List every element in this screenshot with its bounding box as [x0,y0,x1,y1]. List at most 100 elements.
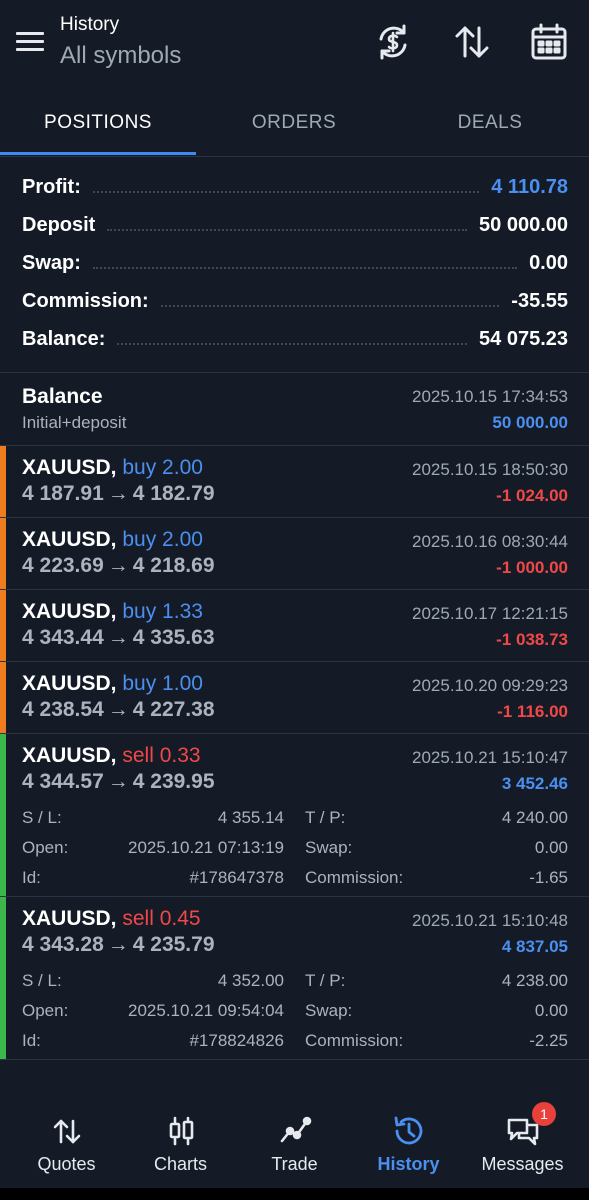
position-symbol-line: XAUUSD, buy 2.00 [22,456,203,480]
balance-entry-amount: 50 000.00 [492,413,568,432]
position-profit: -1 116.00 [497,702,568,721]
nav-history-label: History [377,1154,440,1174]
position-profit: -1 024.00 [496,486,568,505]
open-time-value: 2025.10.21 07:13:19 [128,838,284,857]
history-clock-icon [394,1116,423,1145]
position-symbol: XAUUSD, [22,907,117,930]
sell-indicator-bar [0,734,6,896]
position-datetime: 2025.10.21 15:10:48 [412,911,568,930]
position-row-expanded[interactable]: XAUUSD, sell 0.33 4 344.57 → 4 239.95 2025… [0,734,589,896]
position-symbol: XAUUSD, [22,600,117,623]
arrow-right-icon: → [107,482,129,505]
deposit-label: Deposit [22,213,96,236]
dotted-leader [92,267,518,269]
profit-label: Profit: [22,175,81,198]
position-symbol-line: XAUUSD, sell 0.45 [22,907,201,931]
sort-icon[interactable] [452,22,492,62]
position-prices: 4 343.44 → 4 335.63 [22,626,215,650]
swap-label: Swap: [22,251,81,274]
system-nav-bar [0,1188,589,1200]
sl-label: S / L: [22,808,62,827]
position-row[interactable]: XAUUSD, buy 2.00 4 187.91 → 4 182.79 2025.… [0,446,589,517]
balance-entry[interactable]: Balance Initial+deposit 2025.10.15 17:34… [0,373,589,445]
position-symbol: XAUUSD, [22,456,117,479]
close-price: 4 182.79 [132,482,215,505]
currency-refresh-icon[interactable] [373,22,413,62]
tp-value: 4 238.00 [501,971,568,990]
nav-charts[interactable]: Charts [122,1100,239,1188]
nav-trade-label: Trade [271,1154,318,1174]
sl-label: S / L: [22,971,62,990]
id-label: Id: [22,868,41,887]
position-datetime: 2025.10.15 18:50:30 [412,460,568,479]
nav-trade[interactable]: Trade [236,1100,353,1188]
arrow-right-icon: → [107,770,129,793]
position-datetime: 2025.10.16 08:30:44 [412,532,568,551]
position-row[interactable]: XAUUSD, buy 1.33 4 343.44 → 4 335.63 2025.… [0,590,589,661]
position-prices: 4 343.28 → 4 235.79 [22,933,215,957]
dotted-leader [160,305,500,307]
position-row[interactable]: XAUUSD, buy 1.00 4 238.54 → 4 227.38 2025.… [0,662,589,733]
swap-value: 0.00 [534,838,568,857]
summary-balance-row: Balance: 54 075.23 [22,320,568,358]
position-symbol: XAUUSD, [22,744,117,767]
open-price: 4 187.91 [22,482,104,505]
commission-value: -35.55 [511,289,568,312]
position-prices: 4 238.54 → 4 227.38 [22,698,215,722]
position-prices: 4 187.91 → 4 182.79 [22,482,215,506]
tab-deals[interactable]: DEALS [392,90,588,156]
position-type: sell 0.45 [122,907,201,930]
position-symbol: XAUUSD, [22,528,117,551]
position-profit: -1 038.73 [496,630,568,649]
tab-orders[interactable]: ORDERS [196,90,392,156]
nav-quotes-label: Quotes [37,1154,96,1174]
position-datetime: 2025.10.21 15:10:47 [412,748,568,767]
sl-value: 4 352.00 [217,971,284,990]
swap-label: Swap: [305,838,353,857]
commission-value: -1.65 [529,868,568,887]
position-profit: -1 000.00 [496,558,568,577]
close-price: 4 239.95 [132,770,215,793]
summary-profit-row: Profit: 4 110.78 [22,168,568,206]
calendar-icon[interactable] [529,22,569,62]
close-price: 4 235.79 [132,933,215,956]
id-value: #178824826 [189,1031,284,1050]
bottom-navigation: Quotes Charts Trade History 1 Messages [0,1100,589,1188]
swap-label: Swap: [305,1001,353,1020]
position-row[interactable]: XAUUSD, buy 2.00 4 223.69 → 4 218.69 2025.… [0,518,589,589]
arrow-right-icon: → [107,554,129,577]
nav-messages[interactable]: 1 Messages [464,1100,581,1188]
menu-icon[interactable] [14,28,46,56]
summary-commission-row: Commission: -35.55 [22,282,568,320]
position-symbol: XAUUSD, [22,672,117,695]
nav-charts-label: Charts [153,1154,207,1174]
position-datetime: 2025.10.20 09:29:23 [412,676,568,695]
position-symbol-line: XAUUSD, buy 2.00 [22,528,203,552]
swap-value: 0.00 [534,1001,568,1020]
sl-value: 4 355.14 [217,808,284,827]
nav-quotes[interactable]: Quotes [8,1100,125,1188]
position-symbol-line: XAUUSD, buy 1.33 [22,600,203,624]
dotted-leader [107,229,468,231]
buy-indicator-bar [0,518,6,589]
sell-indicator-bar [0,897,6,1059]
profit-value: 4 110.78 [491,175,568,198]
position-row-expanded[interactable]: XAUUSD, sell 0.45 4 343.28 → 4 235.79 2025… [0,897,589,1059]
trade-line-icon [280,1116,312,1143]
arrow-right-icon: → [107,698,129,721]
nav-history[interactable]: History [350,1100,467,1188]
tab-positions[interactable]: POSITIONS [0,90,196,156]
commission-label: Commission: [22,289,149,312]
position-type: buy 1.33 [122,600,203,623]
balance-value: 54 075.23 [479,327,568,350]
tp-label: T / P: [305,808,346,827]
swap-value: 0.00 [529,251,568,274]
summary-deposit-row: Deposit 50 000.00 [22,206,568,244]
symbol-filter[interactable]: All symbols [60,42,181,70]
tabs-divider [0,156,589,157]
header-title: History [60,14,120,35]
position-prices: 4 344.57 → 4 239.95 [22,770,215,794]
app-header: History All symbols [0,0,589,90]
position-symbol-line: XAUUSD, sell 0.33 [22,744,201,768]
close-price: 4 335.63 [132,626,215,649]
